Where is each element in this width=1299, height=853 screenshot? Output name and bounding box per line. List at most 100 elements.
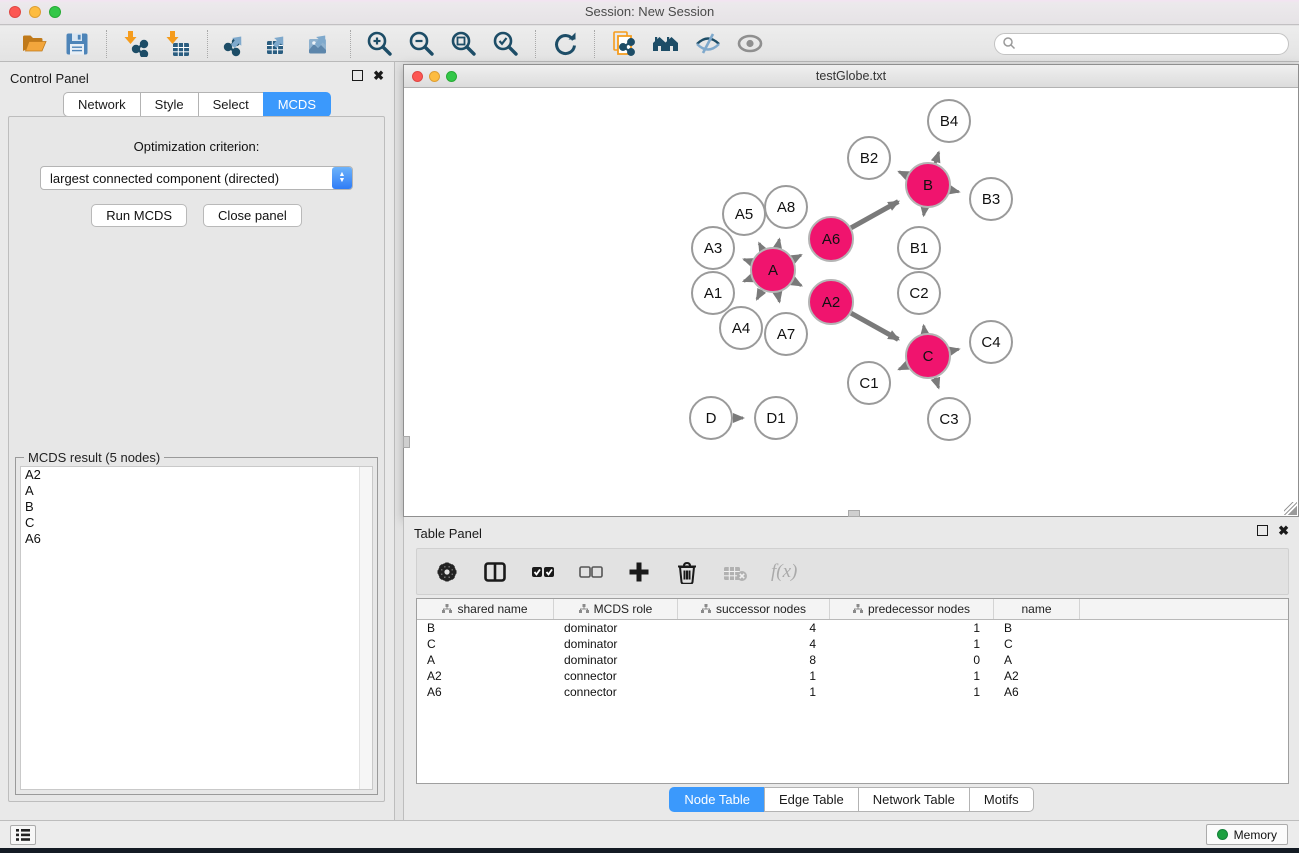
- deselect-all-checks-icon[interactable]: [579, 560, 603, 584]
- toggle-columns-icon[interactable]: [483, 560, 507, 584]
- table-cell[interactable]: 1: [830, 668, 994, 684]
- result-scrollbar[interactable]: [359, 467, 372, 789]
- edge-A-A2[interactable]: [793, 281, 801, 285]
- result-item[interactable]: A6: [21, 531, 372, 547]
- search-input[interactable]: [1016, 37, 1276, 51]
- table-tab-edge-table[interactable]: Edge Table: [764, 787, 858, 812]
- table-row[interactable]: A2connector11A2: [417, 668, 1288, 684]
- hide-selected-icon[interactable]: [691, 29, 725, 59]
- table-cell[interactable]: A2: [994, 668, 1080, 684]
- edge-A-A7[interactable]: [778, 293, 780, 302]
- table-cell[interactable]: A6: [417, 684, 554, 700]
- tab-network[interactable]: Network: [63, 92, 140, 117]
- graph-node-A8[interactable]: A8: [765, 186, 807, 228]
- edge-A-A4[interactable]: [757, 290, 762, 299]
- graph-node-A3[interactable]: A3: [692, 227, 734, 269]
- table-cell[interactable]: 4: [678, 620, 830, 636]
- table-tab-network-table[interactable]: Network Table: [858, 787, 969, 812]
- column-header-successor-nodes[interactable]: successor nodes: [678, 599, 830, 619]
- edge-A-A8[interactable]: [778, 239, 780, 247]
- export-image-icon[interactable]: [304, 29, 338, 59]
- edge-C-C1[interactable]: [899, 366, 907, 370]
- edge-C-C3[interactable]: [935, 378, 938, 388]
- show-all-icon[interactable]: [733, 29, 767, 59]
- graph-node-C[interactable]: C: [906, 334, 950, 378]
- task-history-button[interactable]: [10, 825, 36, 845]
- table-cell[interactable]: B: [417, 620, 554, 636]
- close-panel-icon[interactable]: ✖: [373, 70, 384, 81]
- float-table-panel-icon[interactable]: [1257, 525, 1268, 536]
- table-cell[interactable]: connector: [554, 668, 678, 684]
- table-cell[interactable]: dominator: [554, 652, 678, 668]
- table-tab-node-table[interactable]: Node Table: [669, 787, 764, 812]
- settings-icon[interactable]: [435, 560, 459, 584]
- import-network-icon[interactable]: [119, 29, 153, 59]
- graph-node-B[interactable]: B: [906, 163, 950, 207]
- table-cell[interactable]: A2: [417, 668, 554, 684]
- zoom-fit-icon[interactable]: [447, 29, 481, 59]
- tab-style[interactable]: Style: [140, 92, 198, 117]
- edge-A-A3[interactable]: [744, 259, 751, 262]
- zoom-in-icon[interactable]: [363, 29, 397, 59]
- zoom-out-icon[interactable]: [405, 29, 439, 59]
- edge-B-B3[interactable]: [950, 190, 958, 192]
- tab-mcds[interactable]: MCDS: [263, 92, 331, 117]
- update-network-icon[interactable]: [548, 29, 582, 59]
- network-from-selection-icon[interactable]: [607, 29, 641, 59]
- table-cell[interactable]: 1: [830, 684, 994, 700]
- table-cell[interactable]: A6: [994, 684, 1080, 700]
- vertical-scroll-indicator[interactable]: [403, 436, 410, 448]
- graph-node-C2[interactable]: C2: [898, 272, 940, 314]
- network-window-titlebar[interactable]: testGlobe.txt: [404, 65, 1298, 88]
- import-table-icon[interactable]: [161, 29, 195, 59]
- table-cell[interactable]: 1: [830, 636, 994, 652]
- edge-B-B1[interactable]: [924, 208, 925, 216]
- graph-node-B3[interactable]: B3: [970, 178, 1012, 220]
- table-cell[interactable]: 1: [678, 684, 830, 700]
- open-file-icon[interactable]: [18, 29, 52, 59]
- horizontal-scroll-indicator[interactable]: [848, 510, 860, 517]
- first-neighbors-icon[interactable]: [649, 29, 683, 59]
- run-mcds-button[interactable]: Run MCDS: [91, 204, 187, 227]
- graph-node-B4[interactable]: B4: [928, 100, 970, 142]
- table-cell[interactable]: B: [994, 620, 1080, 636]
- table-cell[interactable]: 8: [678, 652, 830, 668]
- table-row[interactable]: Cdominator41C: [417, 636, 1288, 652]
- graph-node-A6[interactable]: A6: [809, 217, 853, 261]
- graph-node-D[interactable]: D: [690, 397, 732, 439]
- table-cell[interactable]: C: [994, 636, 1080, 652]
- table-cell[interactable]: 0: [830, 652, 994, 668]
- float-panel-icon[interactable]: [352, 70, 363, 81]
- resize-grip-icon[interactable]: [1284, 502, 1297, 515]
- column-header-name[interactable]: name: [994, 599, 1080, 619]
- edge-C-C2[interactable]: [924, 326, 925, 334]
- graph-node-C4[interactable]: C4: [970, 321, 1012, 363]
- result-item[interactable]: A: [21, 483, 372, 499]
- zoom-selected-icon[interactable]: [489, 29, 523, 59]
- edge-B-B2[interactable]: [899, 172, 907, 176]
- network-canvas[interactable]: B4 B2 B B3 A5 A8 A6 A3 B1 A A1 C2 A2 A4 …: [404, 88, 1298, 516]
- add-row-icon[interactable]: [627, 560, 651, 584]
- table-cell[interactable]: 1: [830, 620, 994, 636]
- table-row[interactable]: A6connector11A6: [417, 684, 1288, 700]
- graph-node-A2[interactable]: A2: [809, 280, 853, 324]
- column-header-shared-name[interactable]: shared name: [417, 599, 554, 619]
- network-graph[interactable]: B4 B2 B B3 A5 A8 A6 A3 B1 A A1 C2 A2 A4 …: [404, 88, 1298, 516]
- edge-A-A1[interactable]: [744, 278, 752, 281]
- select-all-checks-icon[interactable]: [531, 560, 555, 584]
- table-cell[interactable]: 4: [678, 636, 830, 652]
- graph-node-C1[interactable]: C1: [848, 362, 890, 404]
- graph-node-B1[interactable]: B1: [898, 227, 940, 269]
- graph-node-A5[interactable]: A5: [723, 193, 765, 235]
- close-table-panel-icon[interactable]: ✖: [1278, 525, 1289, 536]
- save-session-icon[interactable]: [60, 29, 94, 59]
- close-panel-button[interactable]: Close panel: [203, 204, 302, 227]
- export-network-icon[interactable]: [220, 29, 254, 59]
- table-cell[interactable]: connector: [554, 684, 678, 700]
- result-item[interactable]: C: [21, 515, 372, 531]
- edge-B-B4[interactable]: [935, 152, 939, 163]
- edge-A2-C[interactable]: [851, 313, 898, 339]
- table-cell[interactable]: A: [417, 652, 554, 668]
- column-header-predecessor-nodes[interactable]: predecessor nodes: [830, 599, 994, 619]
- memory-button[interactable]: Memory: [1206, 824, 1288, 845]
